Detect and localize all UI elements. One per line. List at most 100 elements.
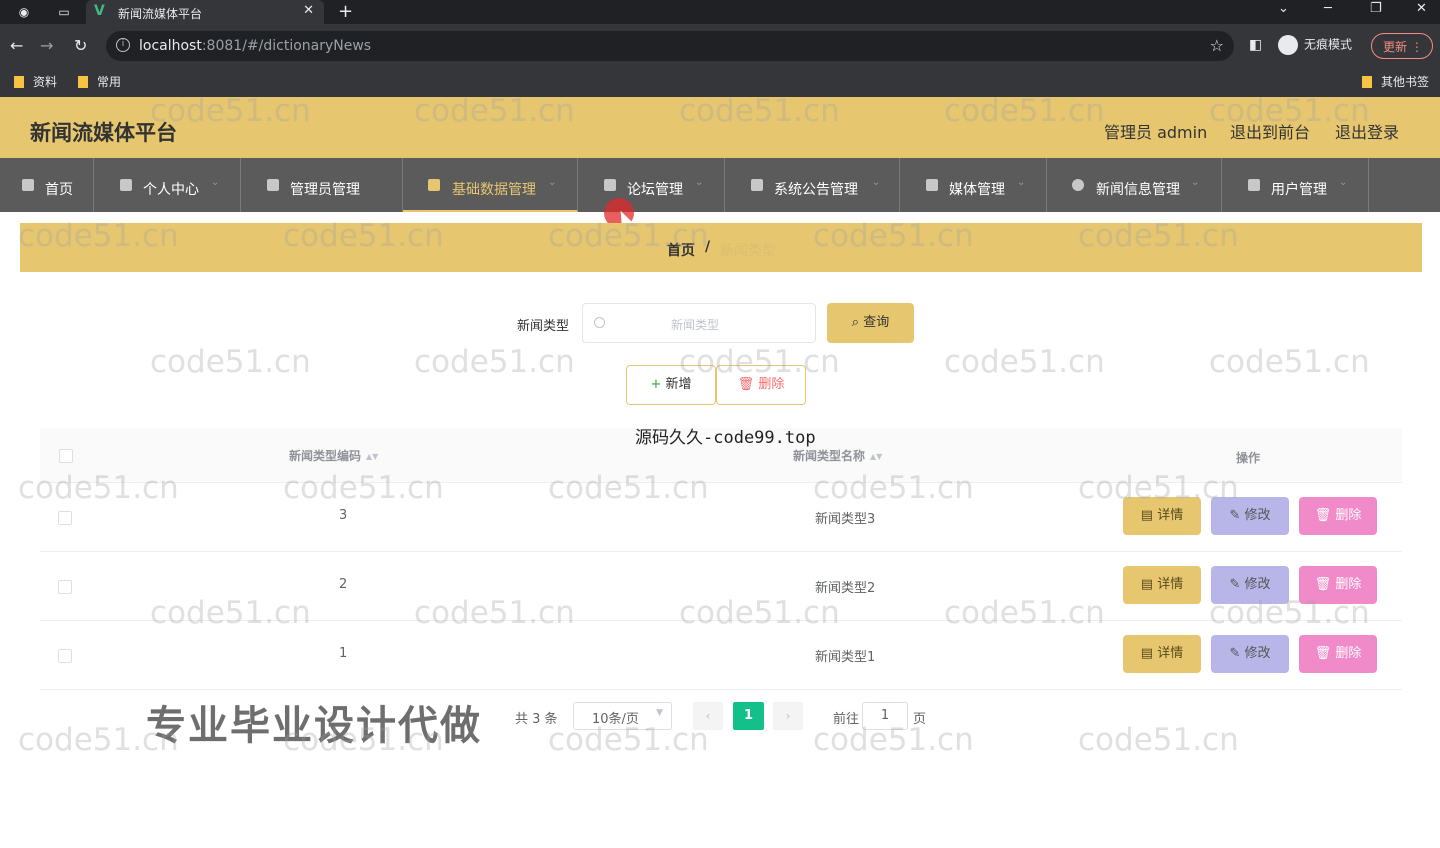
- close-tab-icon[interactable]: ✕: [303, 3, 314, 18]
- breadcrumb: 首页 / 新闻类型: [20, 223, 1422, 272]
- nav-news-info[interactable]: 新闻信息管理 ⌄: [1047, 158, 1222, 212]
- trash-icon: 🗑: [737, 377, 755, 392]
- nav-base-data[interactable]: 基础数据管理 ⌄: [403, 158, 578, 212]
- chevron-down-icon: ⌄: [211, 177, 220, 188]
- query-button[interactable]: ⌕ 查询: [827, 303, 914, 343]
- detail-button[interactable]: ▤ 详情: [1123, 566, 1201, 604]
- breadcrumb-current: 新闻类型: [720, 243, 776, 259]
- cell-name: 新闻类型2: [815, 581, 876, 596]
- url-text: localhost:8081/#/dictionaryNews: [139, 38, 372, 54]
- globe-icon[interactable]: ◉: [16, 4, 32, 20]
- nav-media[interactable]: 媒体管理 ⌄: [900, 158, 1047, 212]
- nav-forum[interactable]: 论坛管理 ⌄: [578, 158, 725, 212]
- page-size-select[interactable]: 10条/页 ▼: [573, 702, 672, 730]
- exit-to-front-link[interactable]: 退出到前台: [1230, 119, 1310, 143]
- page-number-current[interactable]: 1: [733, 702, 764, 730]
- chevron-down-icon: ▼: [656, 708, 663, 718]
- pagination-total: 共 3 条: [515, 712, 558, 727]
- delete-button[interactable]: 🗑 删除: [1299, 635, 1377, 673]
- chevron-down-icon: ⌄: [548, 177, 557, 188]
- new-tab-icon[interactable]: +: [338, 1, 353, 22]
- briefcase-icon: [267, 179, 279, 191]
- delete-button[interactable]: 🗑 删除: [1299, 497, 1377, 535]
- search-input[interactable]: 新闻类型: [582, 303, 816, 343]
- row-checkbox[interactable]: [58, 511, 72, 525]
- watermark: code51.cn: [414, 344, 575, 380]
- goto-page-input[interactable]: 1: [862, 702, 908, 730]
- home-icon: [22, 179, 34, 191]
- logout-link[interactable]: 退出登录: [1335, 119, 1399, 143]
- close-window-icon[interactable]: ✕: [1416, 1, 1427, 16]
- col-header-code[interactable]: 新闻类型编码 ▲▼: [289, 447, 378, 464]
- batch-delete-button[interactable]: 🗑 删除: [716, 365, 806, 405]
- folder-icon: [1362, 76, 1372, 88]
- reload-icon[interactable]: ↻: [74, 36, 87, 55]
- browser-tab-bar: ◉ ▭ V 新闻流媒体平台 ✕ + ⌄ ─ ❐ ✕: [0, 0, 1440, 24]
- incognito-indicator[interactable]: 无痕模式: [1278, 35, 1352, 55]
- cell-name: 新闻类型3: [815, 512, 876, 527]
- sidebar-icon[interactable]: ◧: [1249, 37, 1262, 53]
- sort-icon[interactable]: ▲▼: [870, 452, 882, 461]
- search-label: 新闻类型: [517, 319, 570, 334]
- cell-code: 3: [339, 508, 348, 523]
- restore-icon[interactable]: ❐: [1370, 1, 1382, 16]
- chevron-down-icon: ⌄: [695, 177, 704, 188]
- edit-button[interactable]: ✎ 修改: [1211, 566, 1289, 604]
- url-field[interactable]: i localhost:8081/#/dictionaryNews ☆: [106, 31, 1234, 61]
- next-page-button[interactable]: ›: [773, 702, 803, 730]
- watermark: code51.cn: [1078, 722, 1239, 758]
- search-placeholder: 新闻类型: [671, 318, 720, 332]
- promo-overlay-text: 专业毕业设计代做: [146, 703, 482, 749]
- detail-button[interactable]: ▤ 详情: [1123, 497, 1201, 535]
- cell-name: 新闻类型1: [815, 650, 876, 665]
- minimize-icon[interactable]: ─: [1324, 1, 1332, 16]
- chevron-down-icon: ⌄: [872, 177, 881, 188]
- nav-user-manage[interactable]: 用户管理 ⌄: [1222, 158, 1369, 212]
- chevron-down-icon: ⌄: [1017, 177, 1026, 188]
- incognito-icon: [1278, 35, 1298, 55]
- list-icon: [751, 179, 763, 191]
- document-icon: [926, 179, 938, 191]
- sort-icon[interactable]: ▲▼: [366, 452, 378, 461]
- table-row: 3 新闻类型3 ▤ 详情 ✎ 修改 🗑 删除: [40, 483, 1402, 552]
- app-header: 新闻流媒体平台 管理员 admin 退出到前台 退出登录: [0, 97, 1440, 158]
- window-icon[interactable]: ▭: [56, 4, 72, 20]
- clock-icon: [1072, 179, 1084, 191]
- row-checkbox[interactable]: [58, 580, 72, 594]
- select-all-checkbox[interactable]: [59, 449, 73, 463]
- delete-button[interactable]: 🗑 删除: [1299, 566, 1377, 604]
- nav-personal-center[interactable]: 个人中心 ⌄: [94, 158, 241, 212]
- other-bookmarks[interactable]: 其他书签: [1362, 73, 1429, 90]
- row-checkbox[interactable]: [58, 649, 72, 663]
- update-button[interactable]: 更新 ⋮: [1371, 33, 1433, 59]
- bookmark-folder-1[interactable]: 资料: [14, 73, 57, 90]
- admin-label: 管理员 admin: [1104, 123, 1208, 142]
- site-info-icon[interactable]: i: [116, 38, 130, 52]
- browser-tab[interactable]: V 新闻流媒体平台 ✕: [86, 0, 324, 24]
- add-button[interactable]: + 新增: [626, 365, 716, 405]
- chevron-down-icon: ⌄: [1339, 177, 1348, 188]
- prev-page-button[interactable]: ‹: [693, 702, 723, 730]
- cell-code: 1: [339, 646, 348, 661]
- edit-button[interactable]: ✎ 修改: [1211, 497, 1289, 535]
- bookmark-star-icon[interactable]: ☆: [1210, 36, 1224, 55]
- edit-button[interactable]: ✎ 修改: [1211, 635, 1289, 673]
- breadcrumb-home[interactable]: 首页: [667, 240, 695, 260]
- bookmark-folder-2[interactable]: 常用: [78, 73, 121, 90]
- breadcrumb-separator: /: [705, 239, 711, 255]
- table-row: 2 新闻类型2 ▤ 详情 ✎ 修改 🗑 删除: [40, 552, 1402, 621]
- col-header-name[interactable]: 新闻类型名称 ▲▼: [793, 447, 882, 464]
- nav-home[interactable]: 首页: [0, 158, 94, 212]
- vue-logo-icon: V: [94, 3, 105, 19]
- app-title: 新闻流媒体平台: [30, 121, 177, 145]
- nav-announcement[interactable]: 系统公告管理 ⌄: [725, 158, 900, 212]
- flag-icon: [604, 179, 616, 191]
- nav-admin-manage[interactable]: 管理员管理: [241, 158, 403, 212]
- back-icon[interactable]: ←: [10, 36, 23, 55]
- forward-icon[interactable]: →: [40, 36, 53, 55]
- page-unit-label: 页: [913, 712, 927, 727]
- watermark: code51.cn: [944, 344, 1105, 380]
- detail-button[interactable]: ▤ 详情: [1123, 635, 1201, 673]
- chart-icon: [1248, 179, 1260, 191]
- chevron-down-icon[interactable]: ⌄: [1278, 1, 1289, 16]
